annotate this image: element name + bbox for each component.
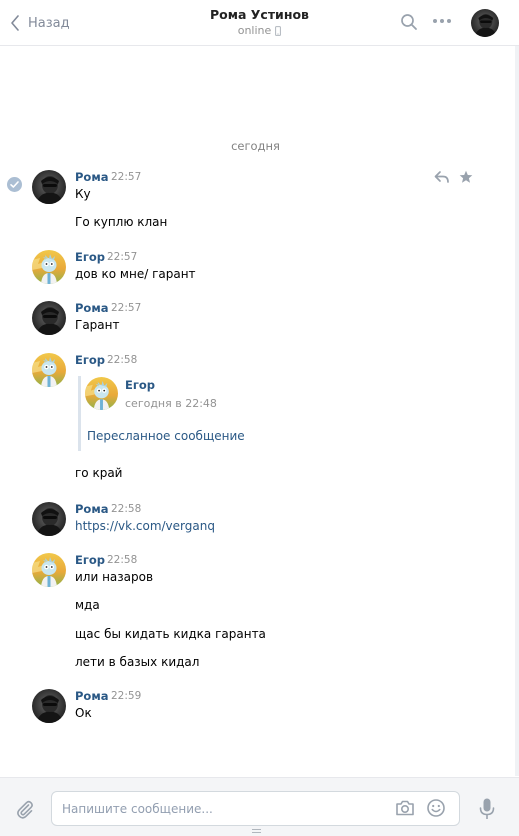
- message-text: или назаров: [75, 570, 154, 584]
- more-icon[interactable]: [432, 18, 452, 24]
- avatar[interactable]: [32, 553, 66, 587]
- message-time[interactable]: 22:58: [111, 503, 141, 515]
- emoji-icon[interactable]: [426, 798, 446, 818]
- mobile-icon: [275, 25, 282, 36]
- sender-name[interactable]: Рома: [75, 301, 109, 315]
- message-text: го край: [75, 466, 123, 480]
- message-input-box[interactable]: [51, 791, 460, 826]
- microphone-icon[interactable]: [478, 797, 496, 821]
- avatar[interactable]: [32, 689, 66, 723]
- avatar[interactable]: [32, 502, 66, 536]
- message-text: дов ко мне/ гарант: [75, 267, 196, 281]
- sender-name[interactable]: Егор: [75, 553, 105, 567]
- message-text: Го куплю клан: [75, 215, 168, 229]
- avatar[interactable]: [32, 301, 66, 335]
- message-time[interactable]: 22:58: [107, 354, 137, 366]
- message-time[interactable]: 22:57: [111, 302, 141, 314]
- camera-icon[interactable]: [395, 799, 415, 817]
- message-time[interactable]: 22:57: [111, 171, 141, 183]
- online-status-label: online: [237, 24, 272, 37]
- forwarded-message-link[interactable]: Пересланное сообщение: [87, 429, 245, 443]
- message-text: лети в базых кидал: [75, 655, 200, 669]
- forwarded-avatar[interactable]: [85, 377, 118, 410]
- chat-header: Назад Рома Устинов online: [0, 0, 519, 46]
- forwarded-sender-name[interactable]: Егор: [125, 378, 155, 392]
- forwarded-message-bar: [78, 376, 81, 451]
- avatar[interactable]: [32, 170, 66, 204]
- reply-icon[interactable]: [434, 170, 450, 184]
- search-icon[interactable]: [400, 13, 418, 31]
- message-time[interactable]: 22:57: [107, 251, 137, 263]
- message-text: Ку: [75, 187, 91, 201]
- day-separator: сегодня: [231, 139, 280, 153]
- avatar[interactable]: [32, 250, 66, 284]
- message-text: щас бы кидать кидка гаранта: [75, 627, 266, 641]
- message-link[interactable]: https://vk.com/verganq: [75, 519, 215, 533]
- message-input[interactable]: [62, 792, 382, 825]
- avatar[interactable]: [32, 353, 66, 387]
- message-select-check-icon[interactable]: [7, 177, 22, 192]
- sender-name[interactable]: Рома: [75, 689, 109, 703]
- scrollbar-track[interactable]: [515, 46, 519, 776]
- message-text: мда: [75, 598, 100, 612]
- sender-name[interactable]: Егор: [75, 250, 105, 264]
- attach-paperclip-icon[interactable]: [15, 799, 35, 819]
- forwarded-date[interactable]: сегодня в 22:48: [125, 397, 217, 410]
- sender-name[interactable]: Егор: [75, 353, 105, 367]
- message-composer: [0, 777, 519, 836]
- message-time[interactable]: 22:58: [107, 554, 137, 566]
- message-text: Гарант: [75, 318, 120, 332]
- online-status: online: [238, 24, 282, 37]
- contact-avatar[interactable]: [471, 9, 499, 37]
- sender-name[interactable]: Рома: [75, 170, 109, 184]
- message-text: Ок: [75, 706, 92, 720]
- resize-grip[interactable]: [252, 829, 261, 833]
- star-icon[interactable]: [459, 170, 473, 184]
- sender-name[interactable]: Рома: [75, 502, 109, 516]
- message-time[interactable]: 22:59: [111, 690, 141, 702]
